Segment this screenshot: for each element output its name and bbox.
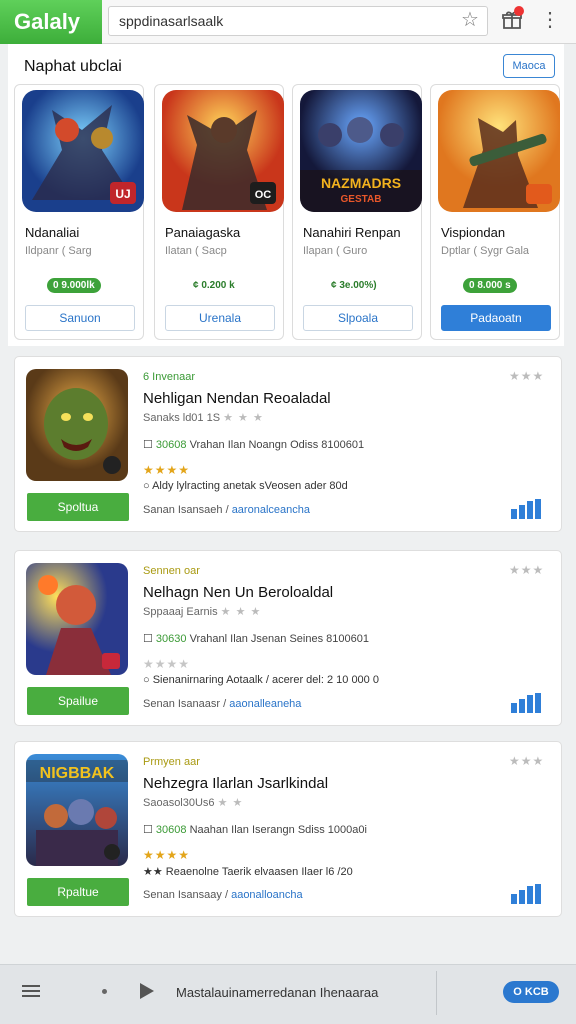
game-title[interactable]: Nehligan Nendan Reoaladal: [143, 390, 331, 407]
rating-stars: ★★★★: [143, 848, 191, 862]
art-badge: OC: [255, 189, 272, 201]
game-name: Vispiondan: [441, 225, 506, 240]
game-artwork: [438, 90, 560, 212]
bottom-bar: Mastalauinamerredanan Ihenaaraa O KCB: [0, 964, 576, 1024]
rating-stars-corner: ★★★: [509, 369, 545, 383]
get-button[interactable]: Sanuon: [25, 305, 135, 331]
game-name: Ndanaliai: [25, 225, 80, 240]
game-thumbnail: NIGBBAK: [26, 754, 128, 866]
card-footer: Senan Isansaay / aaonalloancha: [143, 889, 303, 901]
play-icon[interactable]: [140, 983, 154, 999]
footer-link[interactable]: aaonalloancha: [231, 889, 303, 901]
now-playing-text: Mastalauinamerredanan Ihenaaraa: [176, 985, 379, 1000]
game-artwork: NAZMADRS GESTAB: [300, 90, 422, 212]
game-artwork: OC: [162, 90, 284, 212]
play-button[interactable]: Rpaltue: [27, 878, 129, 906]
featured-card[interactable]: OC Panaiagaska Ilatan ( Sacp ¢ 0.200 k U…: [154, 84, 284, 340]
game-meta: Saoasol30Us6 ★ ★: [143, 797, 244, 809]
meta-stars: ★ ★: [217, 797, 244, 809]
game-name: Nanahiri Renpan: [303, 225, 401, 240]
star-icon[interactable]: ☆: [458, 8, 482, 32]
game-meta: Sppaaaj Earnis ★ ★ ★: [143, 606, 262, 618]
featured-card[interactable]: NAZMADRS GESTAB Nanahiri Renpan Ilapan (…: [292, 84, 422, 340]
game-artwork: UJ: [22, 90, 144, 212]
game-info: ☐ 30608 Vrahan Ilan Noangn Odiss 8100601: [143, 439, 365, 451]
game-title[interactable]: Nelhagn Nen Un Beroloaldal: [143, 584, 333, 601]
featured-card[interactable]: UJ Ndanaliai Ildpanr ( Sarg 0 9.000lk Sa…: [14, 84, 144, 340]
art-title: NIGBBAK: [40, 765, 115, 782]
top-bar: Galaly sppdinasarlsaalk ☆ ⋮: [0, 0, 576, 44]
get-button[interactable]: Slpoala: [303, 305, 413, 331]
category-tag: 6 Invenaar: [143, 371, 195, 383]
card-footer: Senan Isanaasr / aaonalleaneha: [143, 698, 302, 710]
game-subtitle: Ilatan ( Sacp: [165, 245, 227, 257]
game-meta: Sanaks ld01 1S ★ ★ ★: [143, 412, 264, 424]
game-info: ☐ 30630 Vrahanl Ilan Jsenan Seines 81006…: [143, 633, 369, 645]
game-info: ☐ 30608 Naahan Ilan Iserangn Sdiss 1000a…: [143, 824, 367, 836]
art-title: NAZMADRS: [321, 175, 401, 191]
list-item[interactable]: Sennen oar ★★★ Nelhagn Nen Un Beroloalda…: [14, 550, 562, 726]
rating-stars-corner: ★★★: [509, 754, 545, 768]
game-thumbnail: [26, 369, 128, 481]
footer-link[interactable]: aaonalleaneha: [229, 698, 301, 710]
category-tag: Prmyen aar: [143, 756, 200, 768]
meta-stars: ★ ★ ★: [220, 606, 262, 618]
gift-icon[interactable]: [500, 6, 524, 32]
play-button[interactable]: Spailue: [27, 687, 129, 715]
price-badge: 0 8.000 s: [463, 278, 517, 293]
chart-icon[interactable]: [511, 693, 545, 713]
app-logo[interactable]: Galaly: [0, 0, 102, 44]
rating-stars: ★★★★: [143, 657, 191, 671]
more-button[interactable]: Maoca: [503, 54, 555, 78]
chart-icon[interactable]: [511, 499, 545, 519]
category-tag: Sennen oar: [143, 565, 200, 577]
chart-icon[interactable]: [511, 884, 545, 904]
more-options-icon[interactable]: ⋮: [540, 8, 560, 32]
game-title[interactable]: Nehzegra Ilarlan Jsarlkindal: [143, 775, 328, 792]
dot-icon[interactable]: [102, 989, 107, 994]
price-badge: 0 9.000lk: [47, 278, 101, 293]
divider: [436, 971, 437, 1015]
price-label: ¢ 3e.00%): [331, 280, 377, 291]
footer-link[interactable]: aaronalceancha: [232, 504, 310, 516]
hamburger-menu-icon[interactable]: [22, 985, 40, 999]
art-subtitle: GESTAB: [341, 194, 382, 205]
featured-card[interactable]: Vispiondan Dptlar ( Sygr Gala 0 8.000 s …: [430, 84, 560, 340]
game-description: ★★ Reaenolne Taerik elvaasen Ilaer l6 /2…: [143, 866, 353, 878]
game-subtitle: Ildpanr ( Sarg: [25, 245, 92, 257]
search-input[interactable]: sppdinasarlsaalk: [108, 6, 488, 36]
get-button[interactable]: Urenala: [165, 305, 275, 331]
featured-section: Naphat ubclai Maoca UJ Ndanaliai Ildpanr…: [8, 44, 564, 346]
art-badge: UJ: [115, 187, 130, 201]
game-thumbnail: [26, 563, 128, 675]
rating-stars: ★★★★: [143, 463, 191, 477]
play-button[interactable]: Spoltua: [27, 493, 129, 521]
game-description: ○ Sienanirnaring Aotaalk / acerer del: 2…: [143, 674, 379, 686]
rating-stars-corner: ★★★: [509, 563, 545, 577]
game-subtitle: Ilapan ( Guro: [303, 245, 368, 257]
card-footer: Sanan Isansaeh / aaronalceancha: [143, 504, 310, 516]
meta-stars: ★ ★ ★: [223, 412, 264, 424]
game-description: ○ Aldy lylracting anetak sVeosen ader 80…: [143, 480, 348, 492]
section-title: Naphat ubclai: [24, 58, 122, 75]
action-pill-button[interactable]: O KCB: [503, 981, 559, 1003]
list-item[interactable]: NIGBBAK Prmyen aar ★★★ Nehzegra Ilarlan …: [14, 741, 562, 917]
notification-dot: [514, 6, 524, 16]
game-name: Panaiagaska: [165, 225, 241, 240]
price-label: ¢ 0.200 k: [193, 280, 235, 291]
buy-button[interactable]: Padaoatn: [441, 305, 551, 331]
game-subtitle: Dptlar ( Sygr Gala: [441, 245, 530, 257]
list-item[interactable]: 6 Invenaar ★★★ Nehligan Nendan Reoaladal…: [14, 356, 562, 532]
